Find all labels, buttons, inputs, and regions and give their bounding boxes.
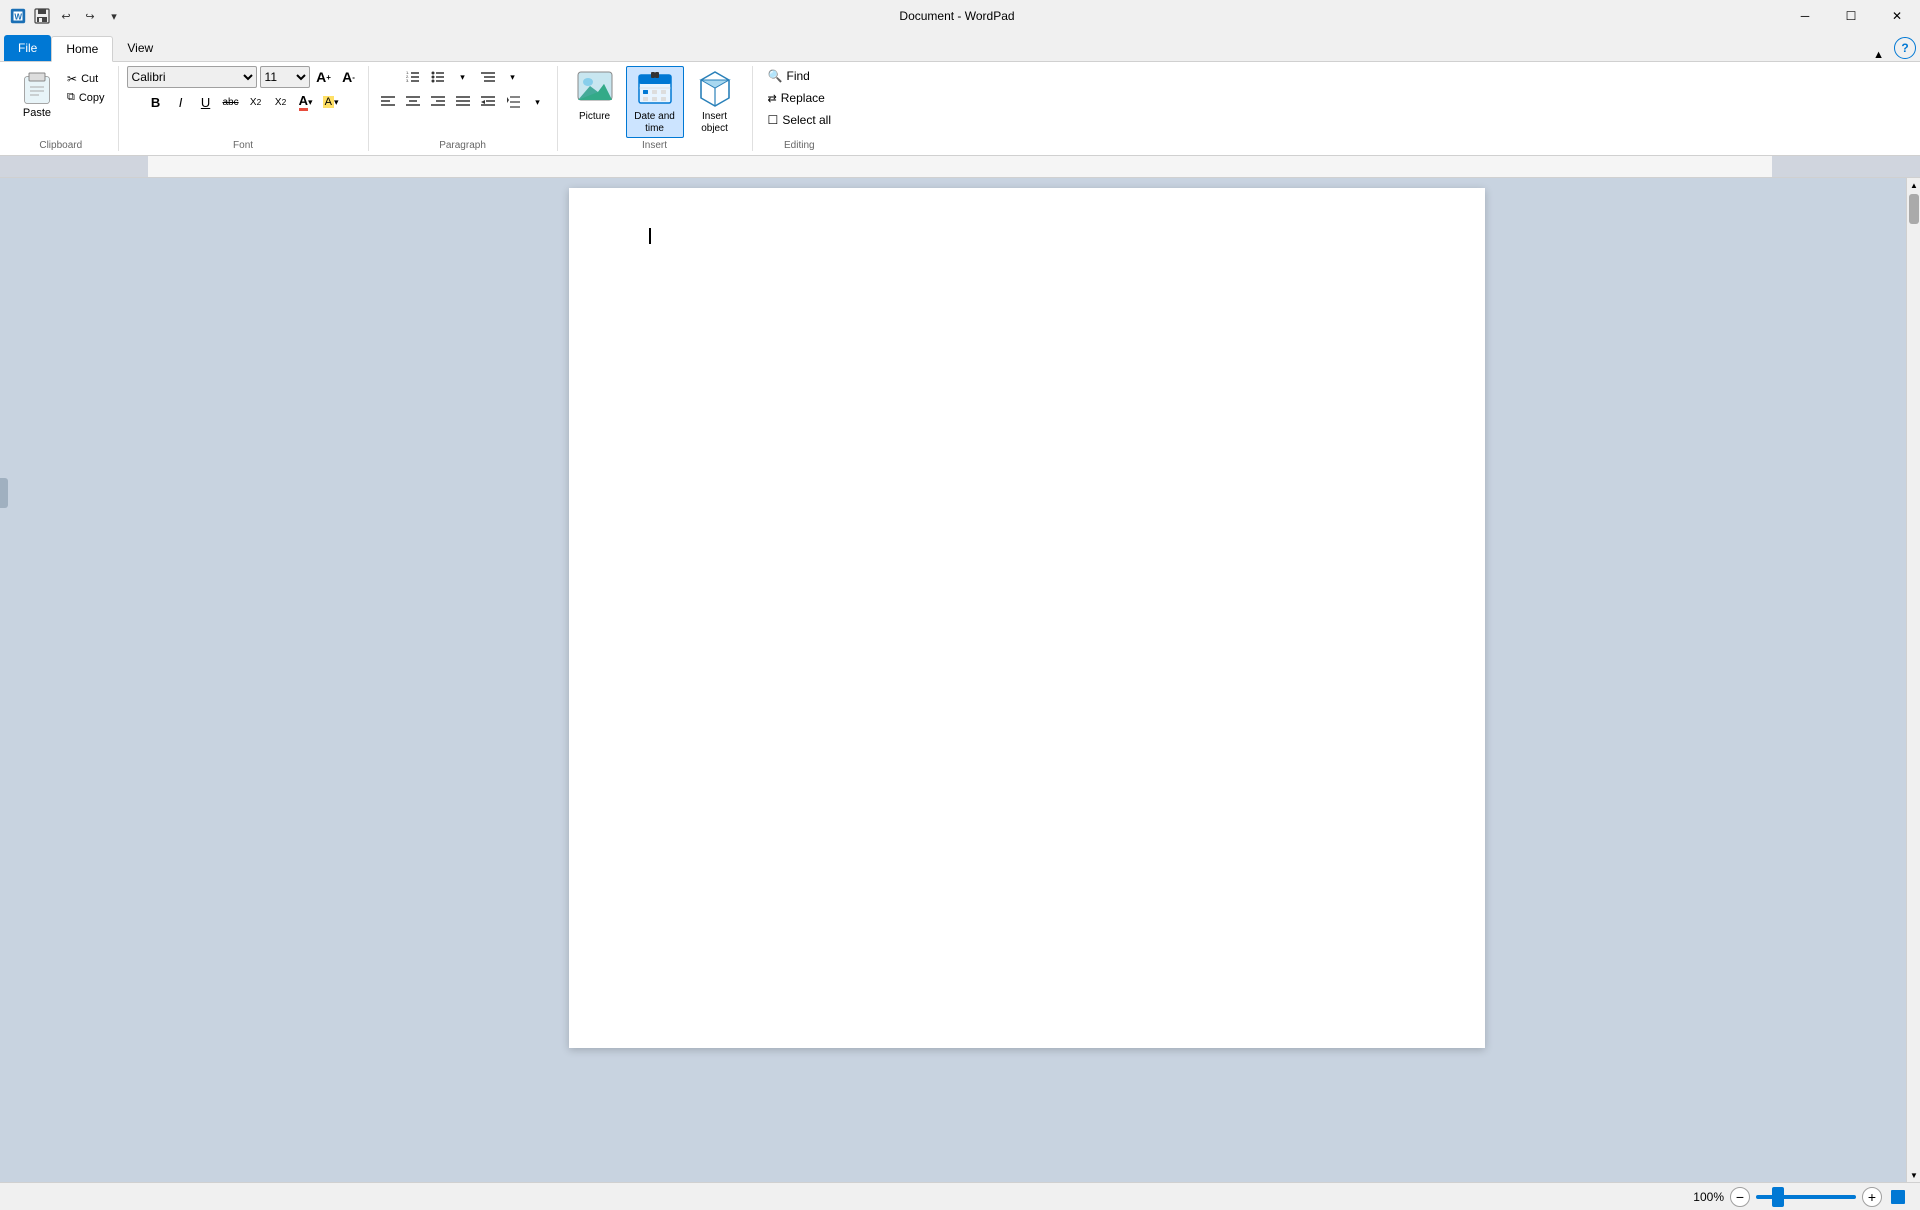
app-icon: W: [8, 6, 28, 26]
status-bar: 100% − +: [0, 1182, 1920, 1210]
minimize-button[interactable]: ─: [1782, 0, 1828, 32]
text-color-button[interactable]: A ▾: [295, 91, 317, 113]
svg-text:W: W: [14, 13, 22, 22]
grow-font-button[interactable]: A+: [313, 66, 335, 88]
zoom-percent: 100%: [1693, 1190, 1724, 1204]
left-tab: [0, 478, 8, 508]
align-center-button[interactable]: [402, 91, 424, 113]
tab-file[interactable]: File: [4, 35, 51, 61]
superscript-button[interactable]: X2: [270, 91, 292, 113]
text-cursor: [649, 228, 651, 244]
vertical-scrollbar[interactable]: ▲ ▼: [1906, 178, 1920, 1182]
align-left-button[interactable]: [377, 91, 399, 113]
picture-icon: [575, 69, 615, 109]
document-page[interactable]: [569, 188, 1485, 1048]
zoom-slider[interactable]: [1756, 1195, 1856, 1199]
ordered-list-button[interactable]: 1.2.3.: [402, 66, 424, 88]
scroll-up-button[interactable]: ▲: [1907, 178, 1920, 192]
ruler: [0, 156, 1920, 178]
select-all-button[interactable]: ☐ Select all: [761, 110, 838, 130]
window-title: Document - WordPad: [132, 9, 1782, 23]
ribbon-tab-bar: File Home View ▲ ?: [0, 32, 1920, 62]
zoom-area: 100% − +: [1693, 1187, 1908, 1207]
zoom-out-button[interactable]: −: [1730, 1187, 1750, 1207]
date-time-button[interactable]: Date and time: [626, 66, 684, 138]
indent-dropdown-button[interactable]: ▾: [502, 66, 524, 88]
highlight-button[interactable]: A ▾: [320, 91, 342, 113]
picture-button[interactable]: Picture: [566, 66, 624, 126]
replace-icon: ⇄: [768, 92, 777, 105]
font-size-select[interactable]: 11 10 12 14: [260, 66, 310, 88]
save-quick-btn[interactable]: [32, 6, 52, 26]
maximize-button[interactable]: ☐: [1828, 0, 1874, 32]
scroll-down-button[interactable]: ▼: [1907, 1168, 1920, 1182]
line-spacing-button[interactable]: [502, 91, 524, 113]
insert-group: Picture: [558, 66, 753, 151]
ruler-body: [148, 156, 1772, 177]
subscript-button[interactable]: X2: [245, 91, 267, 113]
strikethrough-button[interactable]: abc: [220, 91, 242, 113]
ribbon: Paste ✂ Cut ⧉ Copy Clipboard Calibri: [0, 62, 1920, 156]
underline-button[interactable]: U: [195, 91, 217, 113]
help-button[interactable]: ?: [1894, 37, 1916, 59]
select-all-icon: ☐: [768, 113, 779, 127]
scissors-icon: ✂: [67, 72, 77, 86]
title-bar: W ↩ ↪ ▾ Document - WordPad ─ ☐ ✕: [0, 0, 1920, 32]
insert-object-button[interactable]: Insert object: [686, 66, 744, 138]
copy-icon: ⧉: [67, 91, 75, 104]
ruler-right-margin: [1772, 156, 1920, 177]
document-area[interactable]: [148, 178, 1906, 1182]
paste-button[interactable]: Paste: [12, 66, 62, 122]
copy-button[interactable]: ⧉ Copy: [62, 89, 110, 106]
rtl-button[interactable]: [477, 91, 499, 113]
font-group: Calibri Arial Times New Roman 11 10 12 1…: [119, 66, 369, 151]
font-family-select[interactable]: Calibri Arial Times New Roman: [127, 66, 257, 88]
tab-view[interactable]: View: [113, 35, 167, 61]
indent-level-button[interactable]: [477, 66, 499, 88]
close-button[interactable]: ✕: [1874, 0, 1920, 32]
ribbon-collapse-btn[interactable]: ▲: [1867, 49, 1890, 61]
italic-button[interactable]: I: [170, 91, 192, 113]
ruler-left-margin: [0, 156, 148, 177]
align-right-button[interactable]: [427, 91, 449, 113]
justify-button[interactable]: [452, 91, 474, 113]
paragraph-group: 1.2.3. ▾ ▾: [369, 66, 558, 151]
undo-quick-btn[interactable]: ↩: [56, 6, 76, 26]
date-time-icon: [635, 69, 675, 109]
left-margin-area: [0, 178, 148, 1182]
replace-button[interactable]: ⇄ Replace: [761, 88, 838, 108]
bold-button[interactable]: B: [145, 91, 167, 113]
editing-group: 🔍 Find ⇄ Replace ☐ Select all Editing: [753, 66, 846, 151]
find-button[interactable]: 🔍 Find: [761, 66, 838, 86]
quick-access-dropdown[interactable]: ▾: [104, 6, 124, 26]
redo-quick-btn[interactable]: ↪: [80, 6, 100, 26]
zoom-in-button[interactable]: +: [1862, 1187, 1882, 1207]
paste-icon: [21, 69, 53, 107]
scroll-thumb[interactable]: [1909, 194, 1919, 224]
find-icon: 🔍: [768, 69, 783, 83]
insert-object-icon: [695, 69, 735, 109]
list-dropdown-button[interactable]: ▾: [452, 66, 474, 88]
svg-text:3.: 3.: [406, 78, 409, 83]
clipboard-group: Paste ✂ Cut ⧉ Copy Clipboard: [4, 66, 119, 151]
date-time-label: Date and time: [634, 111, 675, 135]
tab-home[interactable]: Home: [51, 36, 113, 62]
cut-button[interactable]: ✂ Cut: [62, 70, 110, 88]
page-view-icon: [1888, 1187, 1908, 1207]
line-spacing-dropdown[interactable]: ▾: [527, 91, 549, 113]
shrink-font-button[interactable]: A-: [338, 66, 360, 88]
unordered-list-button[interactable]: [427, 66, 449, 88]
